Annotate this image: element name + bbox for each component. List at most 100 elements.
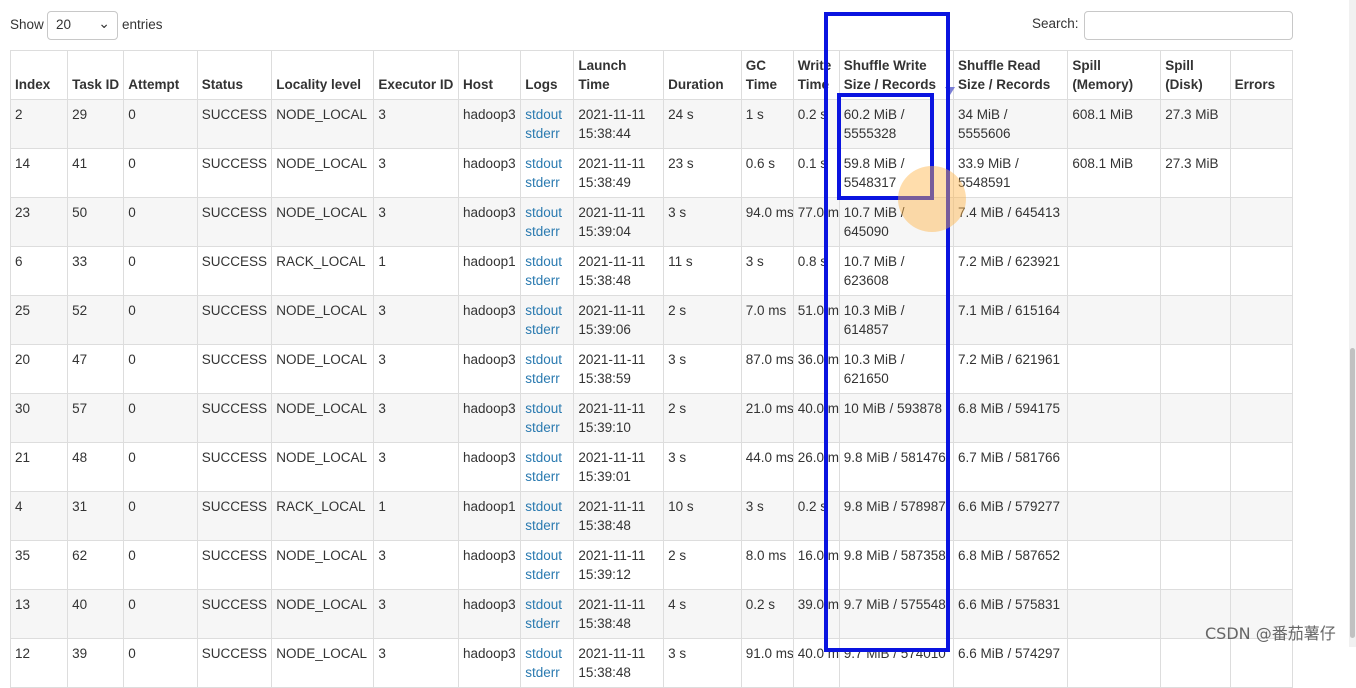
column-header[interactable]: Host <box>458 50 522 100</box>
stdout-link[interactable]: stdout <box>525 448 569 467</box>
stderr-link[interactable]: stderr <box>525 663 569 682</box>
cell-attempt: 0 <box>123 148 198 198</box>
cell-spill-mem <box>1067 295 1162 345</box>
cell-attempt: 0 <box>123 638 198 688</box>
table-row: 14 41 0 SUCCESS NODE_LOCAL 3 hadoop3 stdout stde… <box>9 148 1294 198</box>
column-header[interactable]: Shuffle Write Size / Records <box>838 50 955 100</box>
cell-executor: 3 <box>373 99 460 149</box>
stderr-link[interactable]: stderr <box>525 173 569 192</box>
cell-shuffle-read: 6.7 MiB / 581766 <box>952 442 1069 492</box>
cell-host: hadoop3 <box>458 589 522 639</box>
cell-host: hadoop3 <box>458 295 522 345</box>
column-header[interactable]: Task ID <box>67 50 125 100</box>
cell-task-id: 52 <box>67 295 125 345</box>
cell-launch: 2021-11-11 15:38:48 <box>573 589 665 639</box>
cell-executor: 3 <box>373 442 460 492</box>
cell-executor: 3 <box>373 148 460 198</box>
cell-task-id: 57 <box>67 393 125 443</box>
cell-spill-mem <box>1067 589 1162 639</box>
stdout-link[interactable]: stdout <box>525 154 569 173</box>
stdout-link[interactable]: stdout <box>525 350 569 369</box>
cell-logs: stdout stderr <box>520 491 575 541</box>
stdout-link[interactable]: stdout <box>525 301 569 320</box>
column-header[interactable]: Status <box>196 50 273 100</box>
cell-shuffle-write: 9.7 MiB / 574010 <box>838 638 955 688</box>
cell-errors <box>1229 99 1294 149</box>
cell-attempt: 0 <box>123 344 198 394</box>
cell-host: hadoop3 <box>458 638 522 688</box>
column-header[interactable]: Executor ID <box>373 50 460 100</box>
cell-executor: 3 <box>373 344 460 394</box>
cell-status: SUCCESS <box>196 589 273 639</box>
column-header[interactable]: Logs <box>520 50 575 100</box>
table-row: 35 62 0 SUCCESS NODE_LOCAL 3 hadoop3 stdout stde… <box>9 540 1294 590</box>
column-header[interactable]: Duration <box>663 50 742 100</box>
cell-locality: NODE_LOCAL <box>271 393 375 443</box>
cell-duration: 23 s <box>663 148 742 198</box>
stdout-link[interactable]: stdout <box>525 546 569 565</box>
table-row: 12 39 0 SUCCESS NODE_LOCAL 3 hadoop3 stdout stde… <box>9 638 1294 688</box>
column-header[interactable]: Spill (Memory) <box>1067 50 1162 100</box>
cell-index: 21 <box>9 442 69 492</box>
cell-shuffle-read: 7.1 MiB / 615164 <box>952 295 1069 345</box>
cell-shuffle-write: 9.8 MiB / 587358 <box>838 540 955 590</box>
scrollbar-thumb[interactable] <box>1350 348 1355 638</box>
stdout-link[interactable]: stdout <box>525 105 569 124</box>
cell-spill-mem <box>1067 393 1162 443</box>
stderr-link[interactable]: stderr <box>525 222 569 241</box>
cell-spill-mem <box>1067 540 1162 590</box>
cell-shuffle-read: 7.4 MiB / 645413 <box>952 197 1069 247</box>
stderr-link[interactable]: stderr <box>525 369 569 388</box>
cell-status: SUCCESS <box>196 197 273 247</box>
cell-locality: NODE_LOCAL <box>271 99 375 149</box>
column-header[interactable]: Spill (Disk) <box>1160 50 1231 100</box>
column-header[interactable]: Attempt <box>123 50 198 100</box>
cell-locality: NODE_LOCAL <box>271 148 375 198</box>
cell-executor: 3 <box>373 589 460 639</box>
cell-executor: 1 <box>373 246 460 296</box>
stderr-link[interactable]: stderr <box>525 614 569 633</box>
cell-index: 20 <box>9 344 69 394</box>
table-row: 23 50 0 SUCCESS NODE_LOCAL 3 hadoop3 stdout stde… <box>9 197 1294 247</box>
cell-attempt: 0 <box>123 246 198 296</box>
cell-locality: NODE_LOCAL <box>271 638 375 688</box>
cell-index: 13 <box>9 589 69 639</box>
cell-gc: 3 s <box>740 491 794 541</box>
entries-per-page-select[interactable]: 20 ⌄ <box>47 11 118 40</box>
stderr-link[interactable]: stderr <box>525 565 569 584</box>
cell-index: 35 <box>9 540 69 590</box>
cell-duration: 11 s <box>663 246 742 296</box>
stdout-link[interactable]: stdout <box>525 203 569 222</box>
stderr-link[interactable]: stderr <box>525 418 569 437</box>
cell-duration: 2 s <box>663 540 742 590</box>
cell-logs: stdout stderr <box>520 344 575 394</box>
column-header[interactable]: Write Time <box>792 50 840 100</box>
cell-index: 12 <box>9 638 69 688</box>
entries-label: entries <box>122 17 163 32</box>
stderr-link[interactable]: stderr <box>525 516 569 535</box>
column-header[interactable]: GC Time <box>740 50 794 100</box>
stdout-link[interactable]: stdout <box>525 595 569 614</box>
stdout-link[interactable]: stdout <box>525 399 569 418</box>
column-header[interactable]: Index <box>9 50 69 100</box>
cell-index: 4 <box>9 491 69 541</box>
cell-launch: 2021-11-11 15:38:48 <box>573 491 665 541</box>
column-header[interactable]: Launch Time <box>573 50 665 100</box>
cell-shuffle-write: 60.2 MiB / 5555328 <box>838 99 955 149</box>
stderr-link[interactable]: stderr <box>525 124 569 143</box>
cell-task-id: 29 <box>67 99 125 149</box>
stderr-link[interactable]: stderr <box>525 271 569 290</box>
stdout-link[interactable]: stdout <box>525 497 569 516</box>
column-header[interactable]: Shuffle Read Size / Records <box>952 50 1069 100</box>
stderr-link[interactable]: stderr <box>525 467 569 486</box>
stderr-link[interactable]: stderr <box>525 320 569 339</box>
column-header[interactable]: Errors <box>1229 50 1294 100</box>
stdout-link[interactable]: stdout <box>525 252 569 271</box>
column-header[interactable]: Locality level <box>271 50 375 100</box>
cell-host: hadoop3 <box>458 393 522 443</box>
cell-errors <box>1229 491 1294 541</box>
cell-task-id: 31 <box>67 491 125 541</box>
cell-locality: NODE_LOCAL <box>271 442 375 492</box>
search-input[interactable] <box>1084 11 1293 40</box>
cell-index: 30 <box>9 393 69 443</box>
